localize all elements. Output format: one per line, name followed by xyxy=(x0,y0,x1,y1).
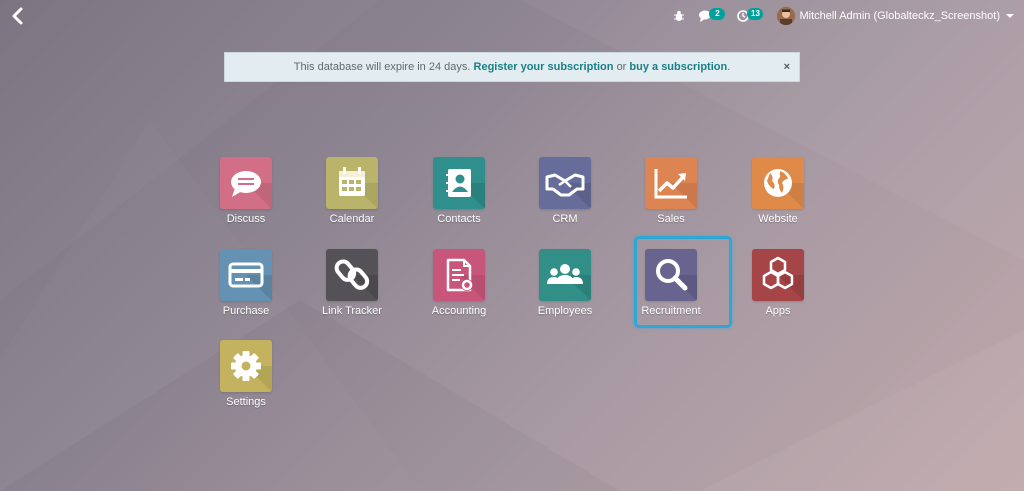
invoice-icon xyxy=(446,258,485,301)
systray: 2 13 Mitchell Admin (Globalteckz_Screens… xyxy=(659,5,1014,27)
app-purchase[interactable]: Purchase xyxy=(206,249,286,329)
app-label: Sales xyxy=(657,213,685,225)
user-menu[interactable]: Mitchell Admin (Globalteckz_Screenshot) xyxy=(777,7,1014,25)
app-label: Contacts xyxy=(437,213,481,225)
app-settings[interactable]: Settings xyxy=(206,340,286,420)
expiration-banner: This database will expire in 24 days. Re… xyxy=(224,52,800,82)
banner-close-button[interactable]: × xyxy=(784,61,790,73)
app-tile xyxy=(539,157,591,209)
user-name: Mitchell Admin (Globalteckz_Screenshot) xyxy=(799,10,1000,22)
app-label: Discuss xyxy=(226,213,266,225)
recruitment-highlight-box xyxy=(634,236,732,328)
banner-text: This database will expire in 24 days. xyxy=(293,61,471,73)
app-label: Calendar xyxy=(329,213,375,225)
gear-icon xyxy=(231,351,272,392)
banner-period: . xyxy=(727,61,731,73)
people-icon xyxy=(547,264,591,301)
app-tile xyxy=(220,340,272,392)
app-label: Employees xyxy=(537,305,593,317)
activities-menu[interactable]: 13 xyxy=(737,8,764,22)
app-label: Settings xyxy=(226,396,266,408)
app-contacts[interactable]: Contacts xyxy=(419,157,499,237)
app-tile xyxy=(326,157,378,209)
globe-icon xyxy=(764,169,804,209)
cubes-icon xyxy=(762,256,804,301)
app-tile xyxy=(539,249,591,301)
app-label: Link Tracker xyxy=(322,305,382,317)
app-accounting[interactable]: Accounting xyxy=(419,249,499,329)
app-discuss[interactable]: Discuss xyxy=(206,157,286,237)
app-tile xyxy=(645,157,697,209)
messages-menu[interactable]: 2 xyxy=(699,8,726,22)
address-book-icon xyxy=(446,169,485,209)
caret-down-icon xyxy=(1006,14,1014,18)
buy-subscription-link[interactable]: buy a subscription xyxy=(629,61,727,73)
app-employees[interactable]: Employees xyxy=(525,249,605,329)
app-tile xyxy=(433,249,485,301)
avatar xyxy=(777,7,796,25)
bug-icon xyxy=(674,10,685,21)
app-link-tracker[interactable]: Link Tracker xyxy=(312,249,392,329)
app-label: Website xyxy=(758,213,798,225)
activities-count-badge: 13 xyxy=(747,8,764,20)
app-tile xyxy=(220,157,272,209)
calendar-icon xyxy=(339,167,378,209)
app-label: Accounting xyxy=(431,305,487,317)
app-label: Purchase xyxy=(222,305,270,317)
app-calendar[interactable]: Calendar xyxy=(312,157,392,237)
app-label: Apps xyxy=(765,305,791,317)
app-tile xyxy=(220,249,272,301)
app-website[interactable]: Website xyxy=(738,157,818,237)
register-subscription-link[interactable]: Register your subscription xyxy=(474,61,614,73)
line-chart-icon xyxy=(654,169,697,209)
app-crm[interactable]: CRM xyxy=(525,157,605,237)
app-tile xyxy=(326,249,378,301)
handshake-icon xyxy=(545,173,591,209)
back-button[interactable] xyxy=(8,6,28,26)
app-tile xyxy=(433,157,485,209)
app-sales[interactable]: Sales xyxy=(631,157,711,237)
link-icon xyxy=(334,259,378,301)
chevron-left-icon xyxy=(12,7,23,25)
messages-count-badge: 2 xyxy=(709,8,726,20)
credit-card-icon xyxy=(228,262,272,301)
app-tile xyxy=(752,157,804,209)
banner-or-text: or xyxy=(616,61,627,73)
top-navbar: 2 13 Mitchell Admin (Globalteckz_Screens… xyxy=(0,0,1024,32)
debug-menu[interactable] xyxy=(673,10,685,22)
app-tile xyxy=(752,249,804,301)
app-apps[interactable]: Apps xyxy=(738,249,818,329)
chat-bubble-icon xyxy=(231,171,272,209)
app-label: CRM xyxy=(552,213,578,225)
